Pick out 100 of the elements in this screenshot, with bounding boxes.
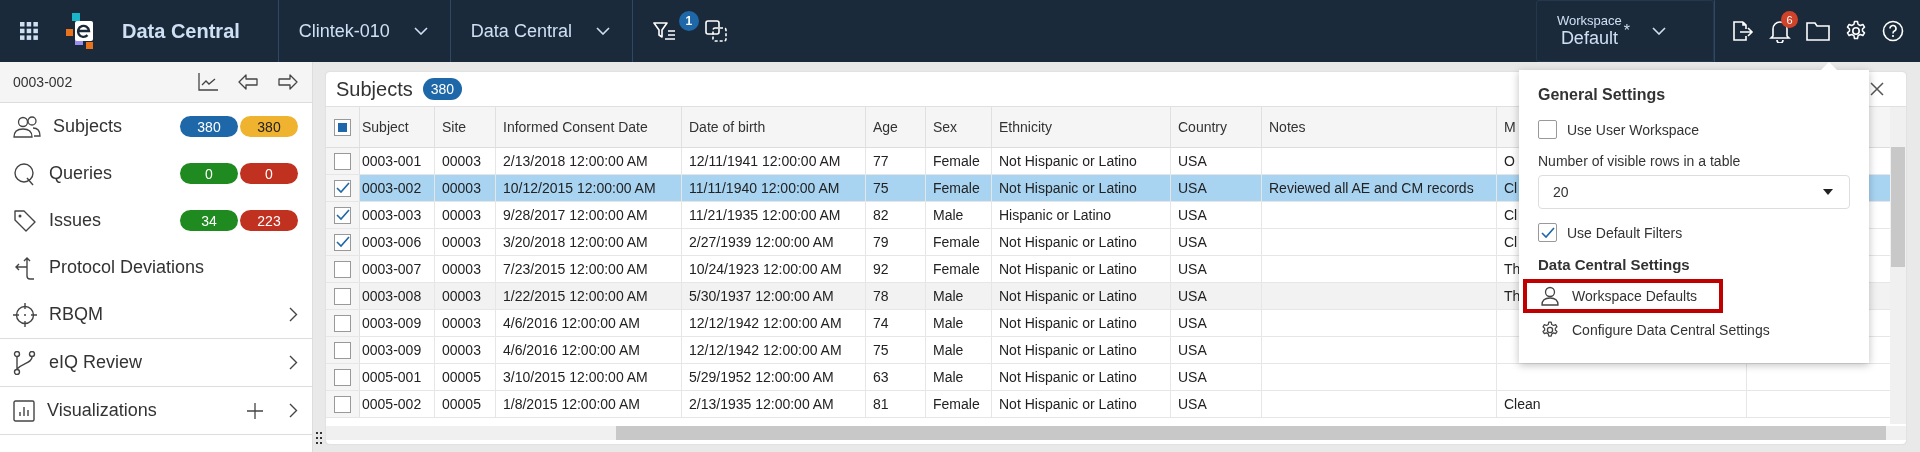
column-header[interactable]: Ethnicity [992, 107, 1171, 147]
chevron-down-icon [595, 27, 610, 35]
row-checkbox[interactable] [334, 395, 351, 413]
chevron-right-icon[interactable] [289, 403, 298, 418]
plus-icon[interactable] [247, 402, 263, 419]
filter-list-icon[interactable] [652, 21, 677, 41]
table-cell: Not Hispanic or Latino [999, 315, 1137, 331]
folder-icon[interactable] [1806, 21, 1830, 41]
table-cell: Not Hispanic or Latino [999, 288, 1137, 304]
table-cell: USA [1178, 288, 1207, 304]
sidebar-item[interactable]: Subjects 380 380 [0, 103, 312, 150]
close-icon[interactable] [1870, 82, 1884, 96]
table-cell: USA [1178, 315, 1207, 331]
table-cell: 10/24/1923 12:00:00 AM [689, 261, 842, 277]
menu-item[interactable]: Workspace Defaults [1523, 279, 1723, 313]
table-cell: 00003 [442, 342, 481, 358]
table-cell: Male [933, 369, 964, 385]
sidebar-item[interactable]: Issues 34 223 [0, 197, 312, 244]
column-header[interactable]: Subject [360, 107, 435, 147]
table-cell: 74 [873, 315, 889, 331]
table-cell: Cl [1504, 207, 1518, 223]
row-checkbox[interactable] [334, 287, 351, 305]
row-checkbox[interactable] [334, 341, 351, 359]
people-icon [13, 115, 41, 138]
table-cell: Female [933, 396, 980, 412]
table-cell: 5/29/1952 12:00:00 AM [689, 369, 834, 385]
vertical-scrollbar[interactable] [1890, 107, 1906, 424]
table-cell: Female [933, 153, 980, 169]
copy-icon[interactable] [704, 20, 727, 42]
sidebar-item[interactable]: eIQ Review [0, 339, 312, 387]
notification-count-badge: 6 [1781, 11, 1798, 28]
settings-icon [1541, 321, 1559, 339]
sidebar-item[interactable]: RBQM [0, 291, 312, 339]
table-cell: Female [933, 234, 980, 250]
table-cell: 1/22/2015 12:00:00 AM [503, 288, 648, 304]
table-row[interactable]: 0005-002 00005 1/8/2015 12:00:00 AM 2/13/1935 12:00:00 AM 81 Female Not Hispanic or Latino USA Clean [326, 391, 1890, 418]
table-cell: USA [1178, 396, 1207, 412]
table-cell: Female [933, 261, 980, 277]
filter-count-badge: 1 [678, 11, 699, 31]
column-header[interactable]: Age [866, 107, 926, 147]
module-dropdown[interactable]: Data Central [450, 0, 632, 62]
table-cell: 75 [873, 180, 889, 196]
row-checkbox[interactable] [334, 260, 351, 278]
table-cell: USA [1178, 369, 1207, 385]
export-icon[interactable] [1730, 19, 1754, 43]
row-checkbox[interactable] [334, 314, 351, 332]
chevron-right-icon[interactable] [289, 307, 298, 322]
table-cell: 00005 [442, 369, 481, 385]
sidebar-item[interactable]: Protocol Deviations [0, 244, 312, 291]
app-grid-icon[interactable] [20, 22, 38, 40]
table-cell: USA [1178, 180, 1207, 196]
row-checkbox[interactable] [334, 233, 351, 251]
column-header[interactable]: Sex [926, 107, 992, 147]
column-header[interactable]: Informed Consent Date [496, 107, 682, 147]
row-checkbox[interactable] [334, 179, 351, 197]
table-cell: Clean [1504, 396, 1541, 412]
rows-select[interactable]: 20 [1538, 175, 1850, 209]
line-chart-icon[interactable] [198, 73, 218, 91]
table-cell: Reviewed all AE and CM records [1269, 180, 1474, 196]
horizontal-scrollbar[interactable] [326, 426, 1906, 440]
checkbox[interactable] [1538, 120, 1557, 139]
count-badge: 223 [240, 210, 298, 231]
settings-icon[interactable] [1845, 20, 1867, 42]
count-badge: 380 [422, 78, 463, 100]
split-arrow-icon [13, 255, 37, 280]
select-all-checkbox[interactable] [334, 118, 351, 136]
sidebar-item[interactable]: Visualizations [0, 387, 312, 435]
table-cell: 12/11/1941 12:00:00 AM [689, 153, 841, 169]
table-cell: 4/6/2016 12:00:00 AM [503, 315, 640, 331]
table-cell: 2/13/1935 12:00:00 AM [689, 396, 834, 412]
row-checkbox[interactable] [334, 152, 351, 170]
checkbox[interactable] [1538, 223, 1557, 242]
table-cell: 0003-003 [362, 207, 422, 223]
sidebar-item[interactable]: Queries 0 0 [0, 150, 312, 197]
table-cell: 00003 [442, 180, 481, 196]
table-cell: 2/13/2018 12:00:00 AM [503, 153, 648, 169]
column-header[interactable]: Date of birth [682, 107, 866, 147]
table-cell: Hispanic or Latino [999, 207, 1112, 223]
column-header[interactable]: Notes [1262, 107, 1497, 147]
study-dropdown[interactable]: Clintek-010 [278, 0, 450, 62]
crosshair-icon [13, 302, 37, 327]
table-cell: 79 [873, 234, 889, 250]
menu-heading: General Settings [1538, 86, 1667, 104]
table-cell: 0003-009 [362, 342, 422, 358]
help-icon[interactable] [1882, 20, 1904, 42]
chevron-right-icon[interactable] [289, 355, 298, 370]
column-header[interactable]: Country [1171, 107, 1262, 147]
table-row[interactable]: 0005-001 00005 3/10/2015 12:00:00 AM 5/29/1952 12:00:00 AM 63 Male Not Hispanic or Latino USA [326, 364, 1890, 391]
arrow-left-icon[interactable] [238, 74, 258, 90]
column-header[interactable]: Site [435, 107, 496, 147]
arrow-right-icon[interactable] [278, 74, 298, 90]
dropdown-caret-icon [1823, 189, 1833, 195]
table-cell: Not Hispanic or Latino [999, 234, 1137, 250]
row-checkbox[interactable] [334, 206, 351, 224]
table-cell: Not Hispanic or Latino [999, 261, 1137, 277]
count-badge: 34 [180, 210, 238, 231]
magnifier-icon [13, 161, 37, 186]
drag-handle-icon[interactable] [316, 432, 322, 444]
row-checkbox[interactable] [334, 368, 351, 386]
checkbox-option[interactable]: Use User Workspace [1538, 120, 1850, 139]
